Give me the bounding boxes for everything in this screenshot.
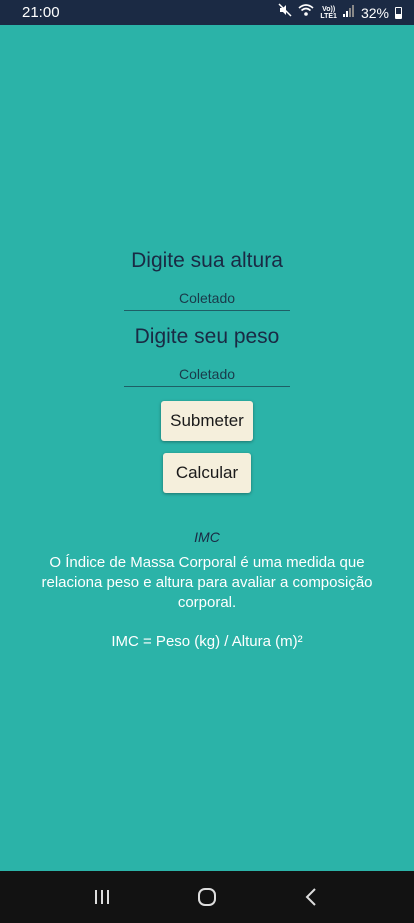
main-content: Digite sua altura Coletado Digite seu pe…: [0, 25, 414, 871]
weight-label: Digite seu peso: [134, 325, 280, 348]
calculate-button[interactable]: Calcular: [163, 453, 251, 493]
height-field[interactable]: Coletado: [124, 285, 290, 311]
height-label: Digite sua altura: [131, 249, 283, 272]
battery-icon: [395, 6, 402, 19]
wifi-icon: [298, 3, 314, 22]
bmi-formula: IMC = Peso (kg) / Altura (m)²: [111, 633, 303, 650]
network-type-bottom: LTE1: [320, 12, 337, 20]
network-type-top: Vo)): [322, 5, 336, 13]
home-icon[interactable]: [195, 885, 219, 909]
info-description: O Índice de Massa Corporal é uma medida …: [41, 554, 373, 611]
navigation-bar: [0, 871, 414, 923]
status-icons: Vo)) LTE1 32%: [278, 3, 402, 22]
mute-icon: [278, 3, 292, 22]
battery-level: 32%: [360, 4, 389, 21]
recent-apps-icon[interactable]: [90, 885, 114, 909]
status-time: 21:00: [22, 4, 60, 21]
submit-button[interactable]: Submeter: [161, 401, 253, 441]
signal-icon: [342, 4, 355, 22]
back-icon[interactable]: [300, 885, 324, 909]
weight-field[interactable]: Coletado: [124, 361, 290, 387]
lte-icon: Vo)) LTE1: [320, 6, 337, 20]
info-title: IMC: [194, 529, 220, 545]
status-bar: 21:00 Vo)) LTE1 32%: [0, 0, 414, 25]
